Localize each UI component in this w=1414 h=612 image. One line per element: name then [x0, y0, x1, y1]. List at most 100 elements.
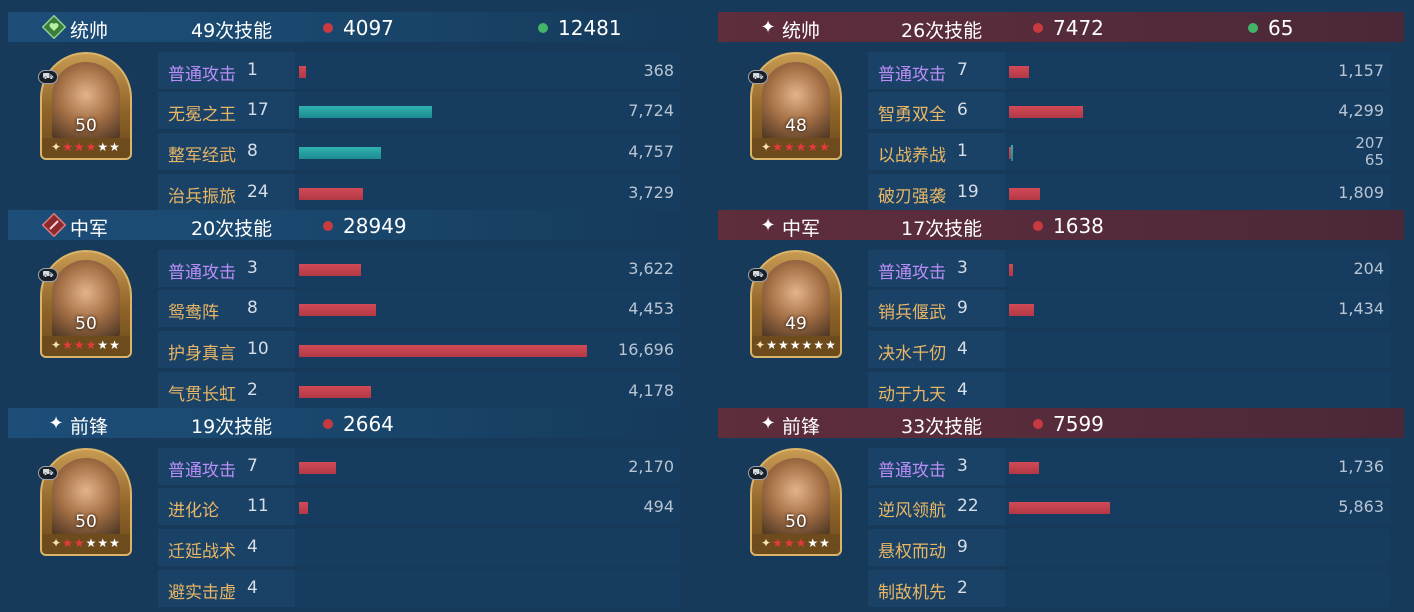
damage-bar [299, 147, 381, 159]
skill-cast-count: 2 [957, 578, 968, 598]
skill-cast-count: 10 [247, 339, 269, 359]
skill-name: 普通攻击 [168, 461, 236, 481]
star-icon: ★ [109, 140, 121, 154]
hero-portrait[interactable]: 50 ✦★★★★★ [40, 250, 132, 358]
skill-row[interactable]: 无冕之王 17 7,724 [158, 92, 694, 129]
skill-row[interactable]: 普通攻击 7 2,170 [158, 448, 694, 485]
sparkle-icon: ✦ [760, 214, 776, 236]
skill-name: 迁延战术 [168, 542, 236, 562]
squad-header: ✦ 前锋 19次技能 2664 [8, 408, 694, 438]
damage-value: 7599 [1053, 412, 1104, 436]
skill-row[interactable]: 动于九天 4 [868, 372, 1404, 409]
skill-row[interactable]: 销兵偃武 9 1,434 [868, 290, 1404, 327]
skill-count: 20次技能 [191, 218, 273, 240]
skill-row[interactable]: 普通攻击 3 3,622 [158, 250, 694, 287]
squad-section: 中军 20次技能 28949 50 ✦★★★★★ ⛟ 普通攻击 3 3,622 鸳鸯阵 8 4,453… [8, 210, 694, 409]
squad-section: ✦ 前锋 19次技能 2664 50 ✦★★★★★ ⛟ 普通攻击 7 2,170 进化论 11 494 迁… [8, 408, 694, 607]
skill-damage-value: 2,170 [628, 457, 674, 476]
skill-bar-track [1005, 174, 1390, 211]
left-team-panel: 统帅 49次技能 4097 12481 50 ✦★★★★★ ⛟ 普通攻击 1 368 无冕之王 17 7… [8, 0, 694, 612]
skill-row[interactable]: 普通攻击 7 1,157 [868, 52, 1404, 89]
skill-name: 气贯长虹 [168, 385, 236, 405]
skill-bar-track [295, 448, 680, 485]
damage-dot-icon [323, 23, 333, 33]
star-icon: ★ [85, 140, 98, 154]
hero-portrait[interactable]: 50 ✦★★★★★ [40, 52, 132, 160]
skill-row[interactable]: 破刃强袭 19 1,809 [868, 174, 1404, 211]
skill-damage-value: 5,863 [1338, 497, 1384, 516]
skill-damage-value: 368 [643, 61, 674, 80]
star-icon: ★ [795, 140, 808, 154]
skill-row[interactable]: 逆风领航 22 5,863 [868, 488, 1404, 525]
skill-name: 逆风领航 [878, 501, 946, 521]
damage-stat: 2664 [323, 412, 394, 436]
star-icon: ★ [772, 536, 784, 550]
skill-row[interactable]: 整军经武 8 4,757 [158, 133, 694, 170]
skill-row[interactable]: 以战养战 1 207 65 [868, 133, 1404, 170]
skill-row[interactable]: 普通攻击 3 1,736 [868, 448, 1404, 485]
skill-row[interactable]: 普通攻击 3 204 [868, 250, 1404, 287]
lead-star-icon: ✦ [761, 536, 773, 550]
star-icon: ★ [819, 140, 831, 154]
star-icon: ★ [825, 338, 837, 352]
skill-row[interactable]: 制敌机先 2 [868, 570, 1404, 607]
role-label: 中军 [70, 218, 109, 240]
skill-cast-count: 9 [957, 298, 968, 318]
star-icon: ★ [109, 338, 121, 352]
damage-dot-icon [323, 221, 333, 231]
skill-row[interactable]: 避实击虚 4 [158, 570, 694, 607]
star-icon: ★ [97, 338, 110, 352]
right-team-panel: ✦ 统帅 26次技能 7472 65 48 ✦★★★★★ ⛟ 普通攻击 7 1,157 智勇双全 6 4,… [718, 0, 1404, 612]
skill-damage-value: 1,434 [1338, 299, 1384, 318]
skill-damage-value: 207 [1355, 134, 1384, 152]
star-icon: ★ [766, 338, 778, 352]
skill-row[interactable]: 智勇双全 6 4,299 [868, 92, 1404, 129]
skill-row[interactable]: 治兵振旅 24 3,729 [158, 174, 694, 211]
hero-star-rating: ✦★★★★★ [42, 336, 130, 354]
skill-bar-track [295, 52, 680, 89]
skill-row[interactable]: 决水千仞 4 [868, 331, 1404, 368]
hero-portrait[interactable]: 50 ✦★★★★★ [40, 448, 132, 556]
squad-section: ✦ 中军 17次技能 1638 49 ✦★★★★★★ ⛟ 普通攻击 3 204 销兵偃武 9 1,434… [718, 210, 1404, 409]
damage-bar [299, 264, 361, 276]
skill-cast-count: 8 [247, 141, 258, 161]
skill-row[interactable]: 普通攻击 1 368 [158, 52, 694, 89]
squad-header: 统帅 49次技能 4097 12481 [8, 12, 694, 42]
star-icon: ★ [73, 338, 86, 352]
skill-row[interactable]: 鸳鸯阵 8 4,453 [158, 290, 694, 327]
skill-damage-value: 16,696 [618, 340, 674, 359]
skill-name: 普通攻击 [168, 263, 236, 283]
skill-row[interactable]: 迁延战术 4 [158, 529, 694, 566]
hero-star-rating: ✦★★★★★★ [752, 336, 840, 354]
skill-name: 销兵偃武 [878, 303, 946, 323]
skill-cast-count: 4 [247, 578, 258, 598]
heal-stat: 65 [1248, 16, 1293, 40]
squad-section: 统帅 49次技能 4097 12481 50 ✦★★★★★ ⛟ 普通攻击 1 368 无冕之王 17 7… [8, 12, 694, 211]
skill-bar-track [1005, 331, 1390, 368]
star-icon: ★ [789, 338, 802, 352]
hero-level: 50 [785, 512, 807, 532]
hero-portrait[interactable]: 48 ✦★★★★★ [750, 52, 842, 160]
star-icon: ★ [795, 536, 808, 550]
heal-dot-icon [1248, 23, 1258, 33]
damage-bar [299, 66, 306, 78]
heal-value: 65 [1268, 16, 1294, 40]
squad-header: 中军 20次技能 28949 [8, 210, 694, 240]
skill-row[interactable]: 悬权而动 9 [868, 529, 1404, 566]
troop-type-icon: ⛟ [38, 70, 58, 84]
skill-row[interactable]: 进化论 11 494 [158, 488, 694, 525]
hero-level: 48 [785, 116, 807, 136]
skill-cast-count: 24 [247, 182, 269, 202]
hero-level: 50 [75, 512, 97, 532]
skill-damage-value: 204 [1353, 259, 1384, 278]
skill-damage-value: 3,622 [628, 259, 674, 278]
hero-portrait[interactable]: 49 ✦★★★★★★ [750, 250, 842, 358]
star-icon: ★ [85, 338, 98, 352]
skill-row[interactable]: 气贯长虹 2 4,178 [158, 372, 694, 409]
hero-portrait[interactable]: 50 ✦★★★★★ [750, 448, 842, 556]
star-icon: ★ [62, 338, 74, 352]
skill-row[interactable]: 护身真言 10 16,696 [158, 331, 694, 368]
red-sword-diamond-icon [42, 213, 66, 237]
skill-name: 普通攻击 [878, 461, 946, 481]
skill-bar-track [295, 529, 680, 566]
